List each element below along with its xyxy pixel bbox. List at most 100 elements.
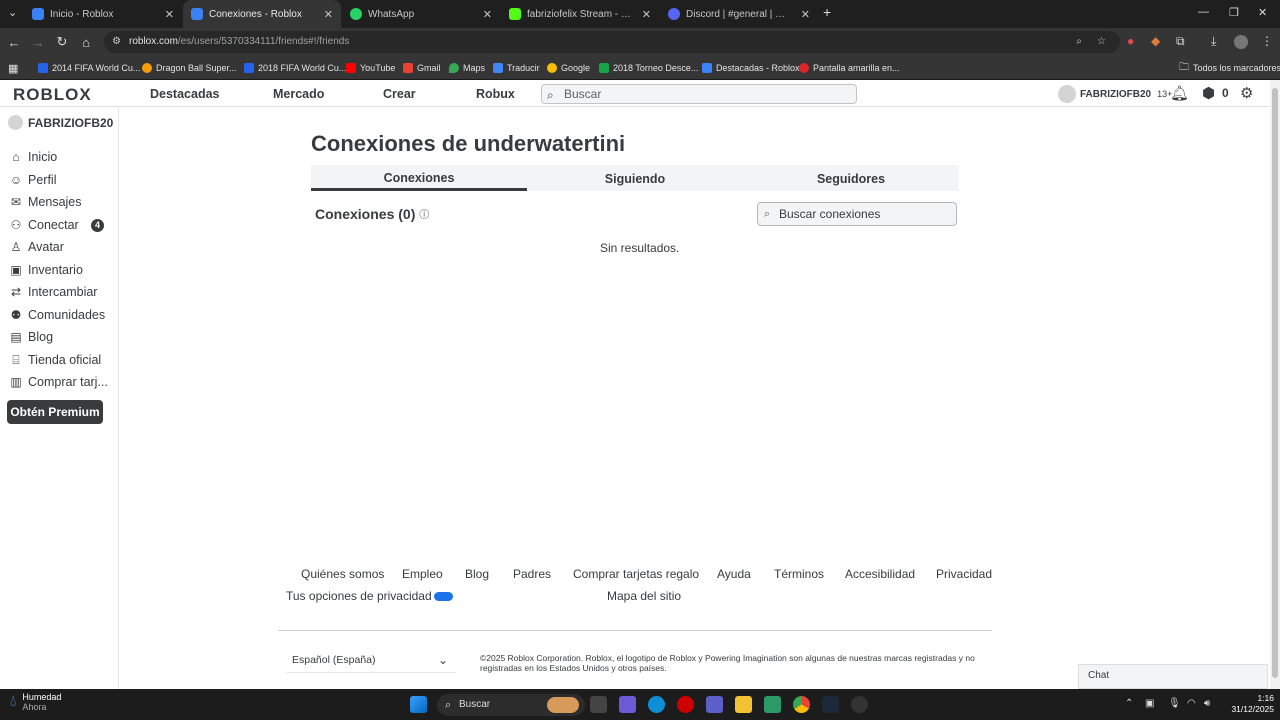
minimize-icon[interactable]: —	[1198, 6, 1209, 18]
close-tab-icon[interactable]: ✕	[324, 8, 333, 21]
bookmark-item[interactable]: Traducir	[493, 60, 540, 76]
download-icon[interactable]: ⤓	[1211, 34, 1216, 49]
tray-chevron-icon[interactable]: ⌃	[1125, 698, 1133, 709]
menu-icon[interactable]: ⋮	[1261, 34, 1273, 48]
restore-icon[interactable]: ❐	[1229, 6, 1239, 19]
taskbar-search[interactable]: ⌕ Buscar	[437, 694, 585, 716]
footer-link[interactable]: Comprar tarjetas regalo	[573, 567, 699, 581]
sidebar-item-conectar[interactable]: ⚇ Conectar 4	[8, 216, 112, 234]
close-tab-icon[interactable]: ✕	[483, 8, 492, 21]
sidebar-item-inicio[interactable]: ⌂ Inicio	[8, 148, 112, 166]
address-bar[interactable]: ⚙ roblox.com/es/users/5370334111/friends…	[104, 31, 1120, 53]
help-icon[interactable]: ⓘ	[419, 210, 429, 221]
bookmark-item[interactable]: Pantalla amarilla en...	[799, 60, 900, 76]
language-select[interactable]: Español (España) ⌄	[286, 647, 456, 673]
close-tab-icon[interactable]: ✕	[165, 8, 174, 21]
weather-widget[interactable]: 💧︎ Humedad Ahora	[10, 692, 61, 712]
close-window-icon[interactable]: ✕	[1258, 6, 1267, 19]
profile-avatar-icon[interactable]	[1234, 35, 1248, 49]
footer-link[interactable]: Blog	[465, 567, 489, 581]
task-view-icon[interactable]	[590, 696, 607, 713]
bookmark-item[interactable]: Dragon Ball Super...	[142, 60, 237, 76]
app-icon[interactable]	[677, 696, 694, 713]
apps-icon[interactable]: ▦	[8, 60, 18, 76]
sidebar-item-mensajes[interactable]: ✉ Mensajes	[8, 193, 112, 211]
notifications-bell-icon[interactable]: 🔔︎	[1170, 84, 1189, 102]
connections-search-input[interactable]: ⌕ Buscar conexiones	[757, 202, 957, 226]
tab-search-icon[interactable]: ⌄	[8, 6, 17, 19]
get-premium-button[interactable]: Obtén Premium	[7, 400, 103, 424]
footer-link[interactable]: Términos	[774, 567, 824, 581]
copilot-icon[interactable]	[619, 696, 636, 713]
zoom-icon[interactable]: ⌕	[1076, 31, 1082, 53]
chrome-icon[interactable]	[793, 696, 810, 713]
tab-conexiones[interactable]: Conexiones	[311, 165, 527, 191]
settings-gear-icon[interactable]: ⚙	[1240, 84, 1253, 102]
browser-tab-whatsapp[interactable]: WhatsApp ✕	[342, 0, 500, 28]
footer-link[interactable]: Accesibilidad	[845, 567, 915, 581]
roblox-logo[interactable]: ROBLOX	[13, 85, 92, 105]
file-explorer-icon[interactable]	[735, 696, 752, 713]
bookmark-item[interactable]: Google	[547, 60, 590, 76]
reload-icon[interactable]: ↻	[50, 34, 74, 50]
extension-icon[interactable]: ◆	[1151, 34, 1160, 48]
browser-tab-discord[interactable]: Discord | #general | Xddd ✕	[660, 0, 818, 28]
wifi-icon[interactable]: ◠	[1187, 698, 1196, 709]
bookmark-star-icon[interactable]: ☆	[1097, 31, 1106, 53]
bookmark-item[interactable]: Maps	[449, 60, 485, 76]
volume-icon[interactable]: 🔊︎	[1204, 698, 1210, 709]
site-info-icon[interactable]: ⚙	[112, 31, 121, 53]
sidebar-item-tienda[interactable]: ⌸ Tienda oficial	[8, 351, 112, 369]
page-scrollbar[interactable]	[1270, 80, 1280, 689]
header-search-input[interactable]: ⌕ Buscar	[541, 84, 857, 104]
footer-link[interactable]: Ayuda	[717, 567, 751, 581]
browser-tab-conexiones[interactable]: Conexiones - Roblox ✕	[183, 0, 341, 28]
microphone-icon[interactable]: 🎙︎	[1168, 698, 1181, 709]
sidebar-item-avatar[interactable]: ♙ Avatar	[8, 238, 112, 256]
notepad-icon[interactable]	[764, 696, 781, 713]
robux-icon[interactable]: ⬢	[1202, 84, 1215, 102]
tab-seguidores[interactable]: Seguidores	[743, 165, 959, 191]
tray-app-icon[interactable]: ▣	[1145, 698, 1154, 709]
steam-icon[interactable]	[822, 696, 839, 713]
footer-link[interactable]: Padres	[513, 567, 551, 581]
nav-robux[interactable]: Robux	[476, 87, 515, 101]
extension-icon[interactable]: ●	[1127, 34, 1134, 48]
close-tab-icon[interactable]: ✕	[801, 8, 810, 21]
app-icon[interactable]	[851, 696, 868, 713]
close-tab-icon[interactable]: ✕	[642, 8, 651, 21]
bookmark-item[interactable]: Gmail	[403, 60, 441, 76]
nav-mercado[interactable]: Mercado	[273, 87, 324, 101]
footer-link[interactable]: Quiénes somos	[301, 567, 384, 581]
home-icon[interactable]: ⌂	[74, 35, 98, 50]
bookmark-item[interactable]: 2014 FIFA World Cu...	[38, 60, 140, 76]
back-icon[interactable]: ←	[2, 35, 26, 50]
forward-icon[interactable]: →	[26, 35, 50, 50]
bookmark-item[interactable]: 2018 Torneo Desce...	[599, 60, 698, 76]
scrollbar-thumb[interactable]	[1272, 88, 1278, 678]
bookmark-item[interactable]: 2018 FIFA World Cu...	[244, 60, 346, 76]
footer-link[interactable]: Privacidad	[936, 567, 992, 581]
nav-destacadas[interactable]: Destacadas	[150, 87, 220, 101]
browser-tab-inicio[interactable]: Inicio - Roblox ✕	[24, 0, 182, 28]
sidebar-item-perfil[interactable]: ☺ Perfil	[8, 171, 112, 189]
edge-icon[interactable]	[648, 696, 665, 713]
sidebar-item-intercambiar[interactable]: ⇄ Intercambiar	[8, 283, 112, 301]
header-user[interactable]: FABRIZIOFB20 13+	[1058, 85, 1172, 103]
privacy-options-link[interactable]: Tus opciones de privacidad	[286, 589, 453, 603]
browser-tab-kick[interactable]: fabriziofelix Stream - Watch ✕	[501, 0, 659, 28]
sidebar-item-tarjetas[interactable]: ▥ Comprar tarj...	[8, 373, 112, 391]
extensions-icon[interactable]: ⧉	[1176, 34, 1185, 49]
sitemap-link[interactable]: Mapa del sitio	[607, 589, 681, 603]
taskbar-clock[interactable]: 1:16 31/12/2025	[1222, 693, 1274, 715]
sidebar-item-blog[interactable]: ▤ Blog	[8, 328, 112, 346]
sidebar-user[interactable]: FABRIZIOFB20	[8, 115, 113, 130]
bookmark-item[interactable]: YouTube	[346, 60, 395, 76]
footer-link[interactable]: Empleo	[402, 567, 443, 581]
new-tab-button[interactable]: +	[823, 4, 831, 20]
tab-siguiendo[interactable]: Siguiendo	[527, 165, 743, 191]
sidebar-item-inventario[interactable]: ▣ Inventario	[8, 261, 112, 279]
windows-start-icon[interactable]	[410, 696, 427, 713]
chat-button[interactable]: Chat	[1078, 664, 1268, 689]
bookmark-item[interactable]: Destacadas - Roblox	[702, 60, 800, 76]
